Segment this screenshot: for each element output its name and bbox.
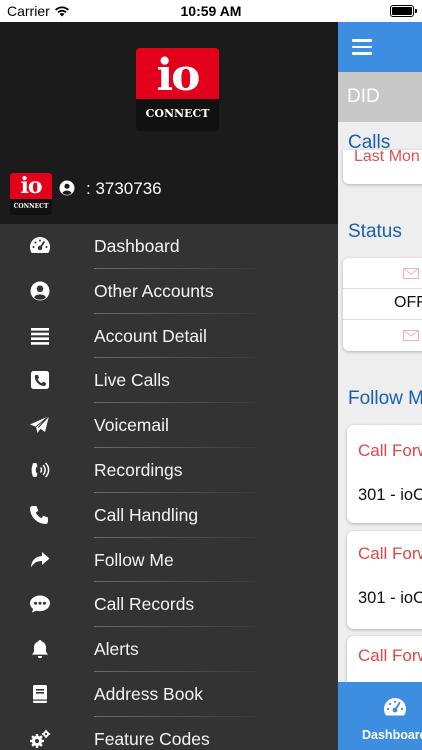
share-arrow-icon <box>31 551 50 568</box>
menu-item-label: Call Handling <box>94 504 199 525</box>
menu-item-label: Other Accounts <box>94 280 214 301</box>
menu-item-other-accounts[interactable]: Other Accounts <box>0 269 338 314</box>
navigation-bar <box>338 22 422 72</box>
menu-item-live-calls[interactable]: Live Calls <box>0 358 338 404</box>
side-drawer: io CONNECT io CONNECT : 3730736 Dashboar… <box>0 22 338 750</box>
status-section-title: Status <box>348 221 402 242</box>
comment-dots-icon <box>30 595 50 613</box>
menu-item-label: Voicemail <box>94 415 169 436</box>
status-value: OFF <box>394 294 422 311</box>
menu-item-follow-me[interactable]: Follow Me <box>0 538 338 583</box>
calls-card-label: Last Mon <box>354 150 420 165</box>
menu-item-label: Recordings <box>94 459 183 480</box>
menu-item-label: Address Book <box>94 683 203 704</box>
avatar-connect-text: CONNECT <box>10 199 52 215</box>
menu-item-account-detail[interactable]: Account Detail <box>0 314 338 359</box>
clock: 10:59 AM <box>180 3 242 19</box>
battery-icon <box>390 5 417 17</box>
menu-item-dashboard[interactable]: Dashboard <box>0 224 338 269</box>
status-bar: Carrier 10:59 AM <box>0 0 422 22</box>
menu-item-address-book[interactable]: Address Book <box>0 672 338 717</box>
menu-item-label: Alerts <box>94 639 139 660</box>
phone-volume-icon <box>31 462 50 478</box>
did-header: DID <box>338 72 422 122</box>
account-avatar: io CONNECT <box>10 173 52 215</box>
follow-me-section-title: Follow M <box>348 388 422 409</box>
envelope-icon <box>403 330 419 341</box>
drawer-header: io CONNECT io CONNECT : 3730736 <box>0 22 338 224</box>
dashboard-icon <box>29 237 51 253</box>
dashboard-icon <box>383 698 407 716</box>
call-forward-number: 301 - ioC <box>358 589 422 607</box>
menu-item-recordings[interactable]: Recordings <box>0 448 338 493</box>
call-forward-title: Call Forw <box>358 544 422 563</box>
drawer-menu: Dashboard Other Accounts Account Detail <box>0 224 338 750</box>
phone-icon <box>29 505 49 524</box>
menu-item-label: Account Detail <box>94 325 207 346</box>
menu-item-feature-codes[interactable]: Feature Codes <box>0 717 338 750</box>
menu-item-label: Feature Codes <box>94 728 210 749</box>
menu-item-label: Live Calls <box>94 370 170 391</box>
gears-icon <box>30 729 51 748</box>
menu-item-call-records[interactable]: Call Records <box>0 582 338 628</box>
menu-item-label: Call Records <box>94 594 195 615</box>
bell-icon <box>32 640 48 659</box>
envelope-icon <box>403 268 419 279</box>
status-row-voicemail <box>343 258 422 289</box>
avatar-io-text: io <box>10 173 52 200</box>
call-forward-title: Call Forw <box>358 441 422 460</box>
menu-item-label: Dashboard <box>94 236 180 256</box>
io-connect-logo: io CONNECT <box>136 48 219 131</box>
call-forward-title: Call Forw <box>358 646 422 665</box>
list-icon <box>31 327 49 345</box>
menu-item-call-handling[interactable]: Call Handling <box>0 493 338 538</box>
menu-item-alerts[interactable]: Alerts <box>0 627 338 672</box>
tab-dashboard-label: Dashboard <box>362 728 422 742</box>
logo-connect-text: CONNECT <box>136 99 219 131</box>
user-circle-icon <box>30 281 50 301</box>
status-row-email <box>343 320 422 351</box>
call-forward-card[interactable]: Call Forw 301 - ioC <box>347 425 422 523</box>
did-label: DID <box>347 86 380 107</box>
account-number: : 3730736 <box>86 179 162 198</box>
logo-io-text: io <box>136 48 219 101</box>
tab-dashboard[interactable]: Dashboard <box>338 682 422 750</box>
user-circle-icon <box>59 180 75 196</box>
phone-square-icon <box>31 371 49 390</box>
call-forward-number: 301 - ioC <box>358 486 422 504</box>
hamburger-menu-icon[interactable] <box>352 39 372 55</box>
menu-item-voicemail[interactable]: Voicemail <box>0 403 338 448</box>
address-book-icon <box>33 684 47 703</box>
menu-item-label: Follow Me <box>94 549 174 570</box>
call-forward-card[interactable]: Call Forw 301 - ioC <box>347 531 422 629</box>
paper-plane-icon <box>30 415 50 434</box>
